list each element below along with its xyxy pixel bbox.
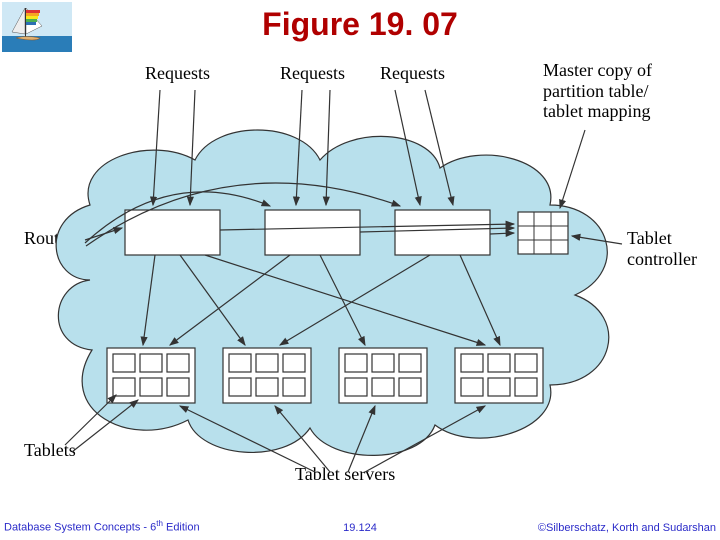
figure-title: Figure 19. 07: [0, 6, 720, 43]
tablet-server-4: [455, 348, 543, 403]
tablet-server-1: [107, 348, 195, 403]
tablet-server-3: [339, 348, 427, 403]
tablet-server-2: [223, 348, 311, 403]
tablet-controller-box: [518, 212, 568, 254]
diagram: [20, 50, 700, 490]
footer-right: ©Silberschatz, Korth and Sudarshan: [538, 522, 716, 534]
router-box-1: [125, 210, 220, 255]
cloud: [56, 130, 609, 455]
slide: Figure 19. 07 Requests Requests Requests…: [0, 0, 720, 540]
router-box-2: [265, 210, 360, 255]
arrow-master-copy: [560, 130, 585, 208]
router-box-3: [395, 210, 490, 255]
